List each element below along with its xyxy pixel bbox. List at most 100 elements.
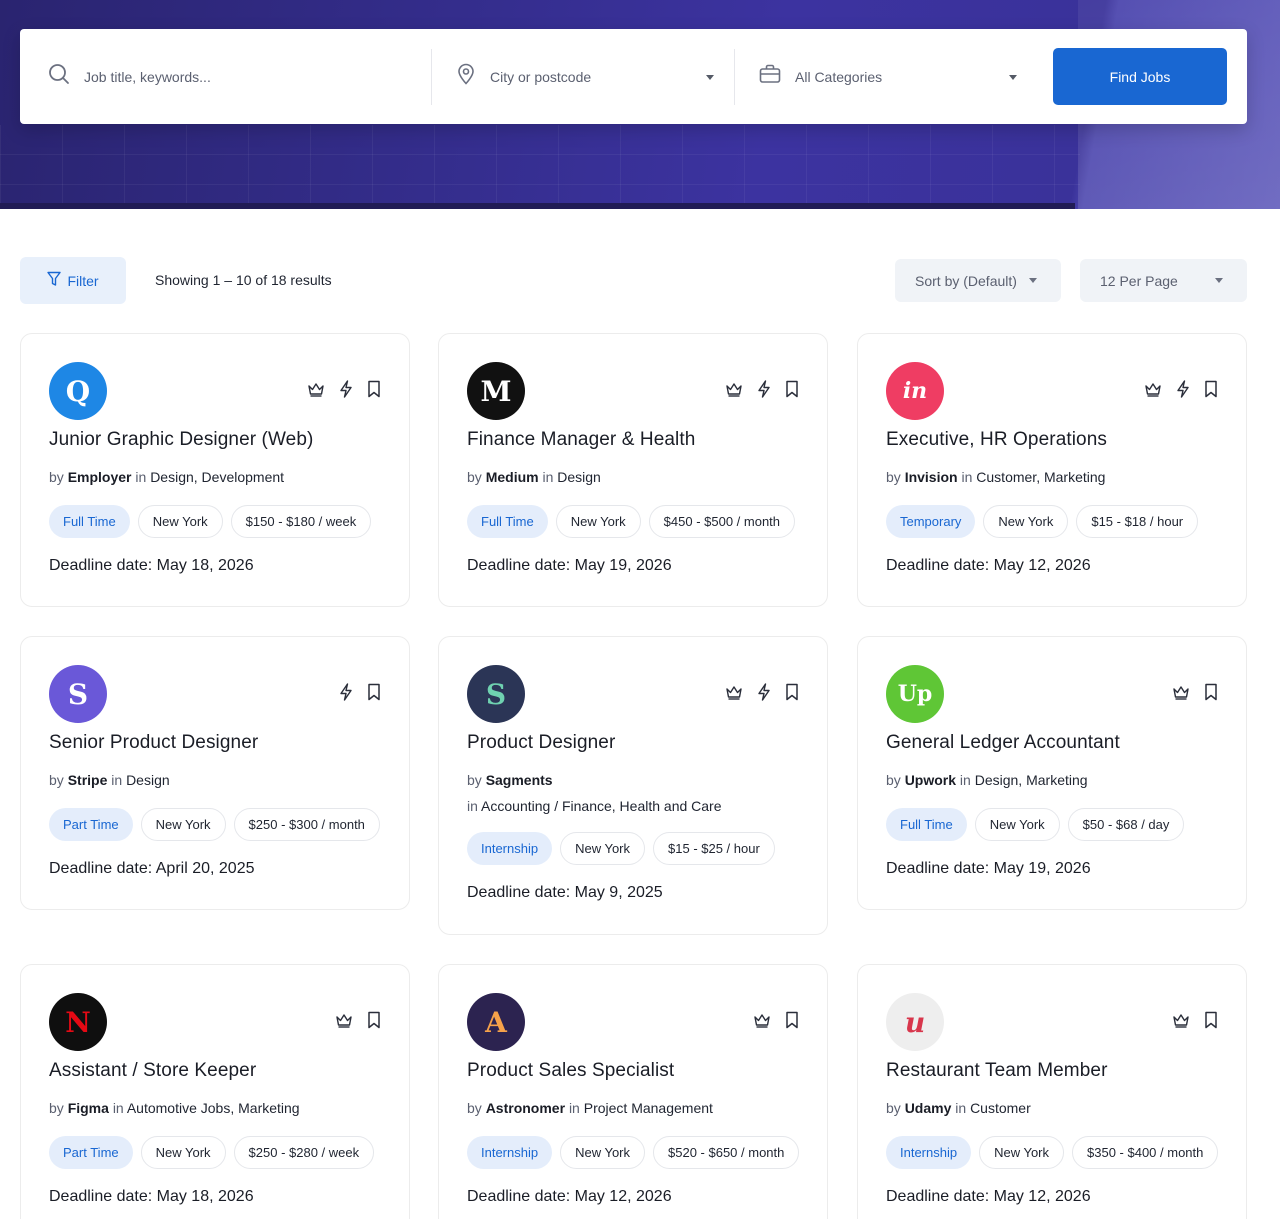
in-label: in — [961, 469, 973, 485]
company-name[interactable]: Figma — [68, 1100, 109, 1116]
bookmark-icon[interactable] — [785, 683, 799, 701]
crown-icon — [725, 684, 743, 700]
company-name[interactable]: Employer — [68, 469, 132, 485]
keyword-search-field[interactable]: Job title, keywords... — [20, 49, 431, 105]
job-card-actions — [321, 1011, 381, 1029]
job-type-tag[interactable]: Part Time — [49, 808, 133, 841]
job-categories[interactable]: Design, Development — [150, 469, 284, 485]
job-card[interactable]: A Product Sales Specialist by Astronomer i… — [438, 964, 828, 1219]
job-card[interactable]: M Finance Manager & Health by Medium in De… — [438, 333, 828, 607]
medium-logo[interactable]: M — [467, 362, 525, 420]
job-categories[interactable]: Design — [557, 469, 601, 485]
job-categories[interactable]: Project Management — [584, 1100, 713, 1116]
per-page-select[interactable]: 12 Per Page — [1080, 259, 1247, 302]
crown-icon — [307, 381, 325, 397]
job-categories[interactable]: Design — [126, 772, 170, 788]
employer-logo[interactable]: Q — [49, 362, 107, 420]
job-categories[interactable]: Automotive Jobs, Marketing — [127, 1100, 300, 1116]
find-jobs-button[interactable]: Find Jobs — [1053, 48, 1227, 105]
bookmark-icon[interactable] — [1204, 1011, 1218, 1029]
location-tag: New York — [560, 1136, 646, 1169]
salary-tag: $350 - $400 / month — [1072, 1136, 1219, 1169]
job-card-actions — [739, 1011, 799, 1029]
sagments-logo[interactable]: S — [467, 665, 525, 723]
job-title[interactable]: Finance Manager & Health — [467, 429, 695, 451]
company-name[interactable]: Stripe — [68, 772, 108, 788]
netflix-logo[interactable]: N — [49, 993, 107, 1051]
job-card-actions — [293, 380, 381, 398]
chevron-down-icon — [706, 74, 714, 80]
job-meta: by Udamy in Customer — [886, 1100, 1031, 1116]
job-type-tag[interactable]: Full Time — [49, 505, 130, 538]
job-categories[interactable]: Accounting / Finance, Health and Care — [481, 798, 721, 814]
bookmark-icon[interactable] — [367, 683, 381, 701]
job-card[interactable]: Up General Ledger Accountant by Upwork in … — [857, 636, 1247, 910]
job-title[interactable]: Junior Graphic Designer (Web) — [49, 429, 313, 451]
in-label: in — [111, 772, 123, 788]
job-title[interactable]: Product Designer — [467, 732, 615, 754]
job-card[interactable]: u Restaurant Team Member by Udamy in Custo… — [857, 964, 1247, 1219]
job-type-tag[interactable]: Temporary — [886, 505, 976, 538]
company-name[interactable]: Upwork — [905, 772, 956, 788]
job-type-tag[interactable]: Full Time — [886, 808, 967, 841]
bookmark-icon[interactable] — [1204, 683, 1218, 701]
job-categories[interactable]: Customer — [970, 1100, 1031, 1116]
company-name[interactable]: Astronomer — [486, 1100, 565, 1116]
salary-tag: $250 - $280 / week — [233, 1136, 375, 1169]
job-tags: Full Time New York $450 - $500 / month — [467, 505, 803, 538]
job-title[interactable]: Product Sales Specialist — [467, 1060, 674, 1082]
bookmark-icon[interactable] — [785, 380, 799, 398]
crown-icon — [1172, 684, 1190, 700]
location-tag: New York — [979, 1136, 1065, 1169]
job-tags: Part Time New York $250 - $300 / month — [49, 808, 388, 841]
company-logo-mark: S — [485, 677, 507, 711]
job-tags: Full Time New York $150 - $180 / week — [49, 505, 379, 538]
job-type-tag[interactable]: Part Time — [49, 1136, 133, 1169]
invision-logo[interactable]: in — [886, 362, 944, 420]
in-label: in — [568, 1100, 580, 1116]
salary-tag: $520 - $650 / month — [653, 1136, 800, 1169]
bookmark-icon[interactable] — [367, 1011, 381, 1029]
job-title[interactable]: Restaurant Team Member — [886, 1060, 1108, 1082]
job-card[interactable]: in Executive, HR Operations by Invision in… — [857, 333, 1247, 607]
job-type-tag[interactable]: Internship — [886, 1136, 972, 1169]
job-type-tag[interactable]: Internship — [467, 1136, 553, 1169]
job-title[interactable]: General Ledger Accountant — [886, 732, 1120, 754]
job-title[interactable]: Executive, HR Operations — [886, 429, 1107, 451]
upwork-logo[interactable]: Up — [886, 665, 944, 723]
job-title[interactable]: Senior Product Designer — [49, 732, 258, 754]
company-name[interactable]: Sagments — [486, 772, 553, 788]
company-name[interactable]: Medium — [486, 469, 539, 485]
bookmark-icon[interactable] — [367, 380, 381, 398]
city-select[interactable]: City or postcode — [431, 48, 734, 105]
deadline-date: Deadline date: May 19, 2026 — [467, 557, 672, 574]
keyword-input-placeholder[interactable]: Job title, keywords... — [84, 69, 211, 85]
job-categories[interactable]: Customer, Marketing — [976, 469, 1105, 485]
location-tag: New York — [137, 505, 223, 538]
job-card[interactable]: S Senior Product Designer by Stripe in Des… — [20, 636, 410, 910]
job-card-actions — [1130, 380, 1218, 398]
crown-icon — [1144, 381, 1162, 397]
in-label: in — [542, 469, 554, 485]
company-name[interactable]: Invision — [905, 469, 958, 485]
category-select[interactable]: All Categories — [734, 48, 1037, 105]
bookmark-icon[interactable] — [785, 1011, 799, 1029]
job-card[interactable]: Q Junior Graphic Designer (Web) by Employe… — [20, 333, 410, 607]
astronomer-logo[interactable]: A — [467, 993, 525, 1051]
job-card[interactable]: N Assistant / Store Keeper by Figma in Aut… — [20, 964, 410, 1219]
job-type-tag[interactable]: Internship — [467, 832, 553, 865]
sort-select[interactable]: Sort by (Default) — [895, 259, 1061, 302]
lightning-icon — [757, 683, 771, 701]
job-tags: Part Time New York $250 - $280 / week — [49, 1136, 382, 1169]
by-label: by — [886, 469, 901, 485]
udemy-logo[interactable]: u — [886, 993, 944, 1051]
job-title[interactable]: Assistant / Store Keeper — [49, 1060, 256, 1082]
company-name[interactable]: Udamy — [905, 1100, 952, 1116]
job-card[interactable]: S Product Designer by Sagments in Accountin… — [438, 636, 828, 935]
job-type-tag[interactable]: Full Time — [467, 505, 548, 538]
stripe-logo[interactable]: S — [49, 665, 107, 723]
job-categories[interactable]: Design, Marketing — [975, 772, 1088, 788]
by-label: by — [467, 469, 482, 485]
filter-button[interactable]: Filter — [20, 257, 126, 304]
bookmark-icon[interactable] — [1204, 380, 1218, 398]
